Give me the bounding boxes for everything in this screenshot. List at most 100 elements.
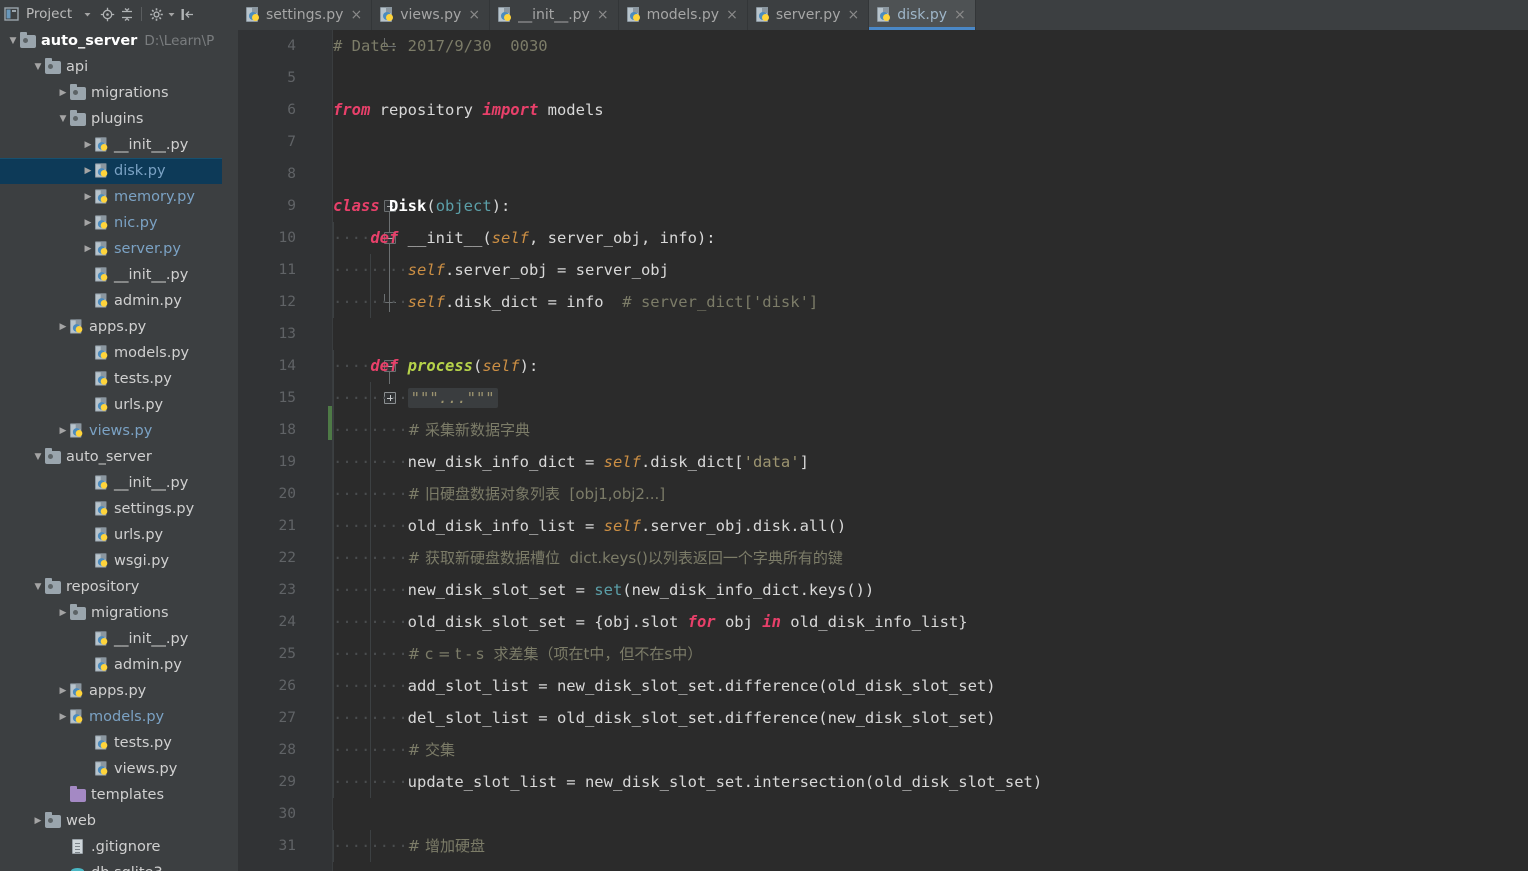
- tree-item-templates[interactable]: ▶ templates: [0, 782, 222, 808]
- editor-tab-models-py[interactable]: models.py ×: [618, 0, 748, 30]
- tree-item-wsgi-py[interactable]: ▶ wsgi.py: [0, 548, 222, 574]
- code-content[interactable]: 4 # Date: 2017/9/30 0030 5 6 from repository…: [238, 30, 1528, 871]
- code-token: """...""": [407, 388, 498, 408]
- tree-item-auto-server[interactable]: ▼ auto_server D:\Learn\P: [0, 28, 222, 54]
- tree-item-tests-py[interactable]: ▶ tests.py: [0, 730, 222, 756]
- tree-item-init-py[interactable]: ▶ __init__.py: [0, 470, 222, 496]
- tree-item-apps-py[interactable]: ▶ apps.py: [0, 314, 222, 340]
- line-number: 23: [278, 582, 296, 598]
- chevron-right-icon[interactable]: ▶: [31, 808, 45, 834]
- indent-guide: [333, 638, 334, 670]
- code-line: 15 ········"""...""": [238, 382, 1528, 414]
- sidebar-scrollbar-track[interactable]: [222, 28, 232, 871]
- project-panel-title[interactable]: Project: [4, 6, 72, 22]
- tree-item-memory-py[interactable]: ▶ memory.py: [0, 184, 222, 210]
- chevron-right-icon[interactable]: ▶: [81, 236, 95, 262]
- tree-item-gitignore[interactable]: ▶ .gitignore: [0, 834, 222, 860]
- collapse-all-icon[interactable]: [118, 5, 136, 23]
- chevron-right-icon[interactable]: ▶: [81, 210, 95, 236]
- python-file-icon: [95, 215, 109, 230]
- editor-tab-settings-py[interactable]: settings.py ×: [238, 0, 373, 30]
- chevron-down-icon[interactable]: [78, 5, 96, 23]
- chevron-down-icon[interactable]: ▼: [31, 574, 45, 600]
- code-token: __init__(: [398, 229, 492, 247]
- tree-item-models-py[interactable]: ▶ models.py: [0, 340, 222, 366]
- code-line-text: ········# 获取新硬盘数据槽位 dict.keys()以列表返回一个字典…: [333, 542, 843, 574]
- tree-item-db-sqlite3[interactable]: ▶ db.sqlite3: [0, 860, 222, 871]
- code-line-text: # Date: 2017/9/30 0030: [333, 30, 548, 62]
- chevron-right-icon[interactable]: ▶: [56, 314, 70, 340]
- python-file-icon: [70, 709, 84, 724]
- hide-panel-icon[interactable]: [178, 5, 196, 23]
- code-token: # 采集新数据字典: [407, 421, 530, 439]
- tree-item-init-py[interactable]: ▶ __init__.py: [0, 626, 222, 652]
- tree-item-admin-py[interactable]: ▶ admin.py: [0, 288, 222, 314]
- chevron-right-icon[interactable]: ▶: [56, 80, 70, 106]
- ide-window: Project settings.py × views.py × __init_…: [0, 0, 1528, 871]
- chevron-down-icon[interactable]: ▼: [31, 444, 45, 470]
- tree-item-server-py[interactable]: ▶ server.py: [0, 236, 222, 262]
- tab-label: __init__.py: [518, 7, 590, 23]
- tree-item-label: disk.py: [114, 163, 166, 179]
- tree-item-migrations[interactable]: ▶ migrations: [0, 600, 222, 626]
- chevron-right-icon[interactable]: ▶: [56, 678, 70, 704]
- chevron-right-icon[interactable]: ▶: [56, 418, 70, 444]
- chevron-down-icon[interactable]: ▼: [6, 28, 20, 54]
- line-number: 11: [278, 262, 296, 278]
- tree-item-apps-py[interactable]: ▶ apps.py: [0, 678, 222, 704]
- code-token: ]: [799, 453, 809, 471]
- chevron-right-icon[interactable]: ▶: [81, 184, 95, 210]
- indent-guide: [370, 574, 371, 606]
- editor-tab-server-py[interactable]: server.py ×: [747, 0, 870, 30]
- tree-item-disk-py[interactable]: ▶ disk.py: [0, 158, 222, 184]
- settings-gear-icon[interactable]: [147, 5, 165, 23]
- tree-item-label: repository: [66, 579, 140, 595]
- tree-item-repository[interactable]: ▼ repository: [0, 574, 222, 600]
- tab-close-icon[interactable]: ×: [468, 8, 480, 22]
- tree-item-urls-py[interactable]: ▶ urls.py: [0, 522, 222, 548]
- gear-dropdown-icon[interactable]: [167, 5, 176, 23]
- editor-tab-views-py[interactable]: views.py ×: [372, 0, 491, 30]
- tab-close-icon[interactable]: ×: [954, 8, 966, 22]
- tree-item-web[interactable]: ▶ web: [0, 808, 222, 834]
- tab-close-icon[interactable]: ×: [726, 8, 738, 22]
- tree-item-views-py[interactable]: ▶ views.py: [0, 418, 222, 444]
- code-token: # Date: 2017/9/30 0030: [333, 37, 548, 55]
- chevron-right-icon[interactable]: ▶: [81, 158, 95, 184]
- editor-tab-init-py[interactable]: __init__.py ×: [490, 0, 619, 30]
- tree-indent-spacer: ▶: [81, 548, 95, 574]
- chevron-down-icon[interactable]: ▼: [31, 54, 45, 80]
- tree-item-api[interactable]: ▼ api: [0, 54, 222, 80]
- tree-item-migrations[interactable]: ▶ migrations: [0, 80, 222, 106]
- code-token: (: [473, 357, 483, 375]
- indent-guide: [333, 478, 334, 510]
- tree-item-init-py[interactable]: ▶ __init__.py: [0, 132, 222, 158]
- code-token: 'data': [743, 453, 800, 471]
- chevron-right-icon[interactable]: ▶: [56, 704, 70, 730]
- folder-template-icon: [70, 785, 86, 802]
- tree-item-urls-py[interactable]: ▶ urls.py: [0, 392, 222, 418]
- folder-icon: [20, 31, 36, 48]
- tree-item-models-py[interactable]: ▶ models.py: [0, 704, 222, 730]
- tree-item-settings-py[interactable]: ▶ settings.py: [0, 496, 222, 522]
- tree-item-views-py[interactable]: ▶ views.py: [0, 756, 222, 782]
- tree-item-init-py[interactable]: ▶ __init__.py: [0, 262, 222, 288]
- tree-item-admin-py[interactable]: ▶ admin.py: [0, 652, 222, 678]
- tree-item-auto-server[interactable]: ▼ auto_server: [0, 444, 222, 470]
- tree-item-plugins[interactable]: ▼ plugins: [0, 106, 222, 132]
- locate-target-icon[interactable]: [98, 5, 116, 23]
- tab-close-icon[interactable]: ×: [597, 8, 609, 22]
- tree-item-nic-py[interactable]: ▶ nic.py: [0, 210, 222, 236]
- chevron-down-icon[interactable]: ▼: [56, 106, 70, 132]
- tree-indent-spacer: ▶: [81, 366, 95, 392]
- code-editor[interactable]: 4 # Date: 2017/9/30 0030 5 6 from repository…: [238, 30, 1528, 871]
- code-line-text: ········self.disk_dict = info # server_d…: [333, 286, 818, 318]
- tree-item-label: templates: [91, 787, 165, 803]
- tab-close-icon[interactable]: ×: [350, 8, 362, 22]
- tab-close-icon[interactable]: ×: [847, 8, 859, 22]
- indent-guide: [370, 830, 371, 862]
- chevron-right-icon[interactable]: ▶: [81, 132, 95, 158]
- tree-item-tests-py[interactable]: ▶ tests.py: [0, 366, 222, 392]
- chevron-right-icon[interactable]: ▶: [56, 600, 70, 626]
- editor-tab-disk-py[interactable]: disk.py ×: [869, 0, 976, 30]
